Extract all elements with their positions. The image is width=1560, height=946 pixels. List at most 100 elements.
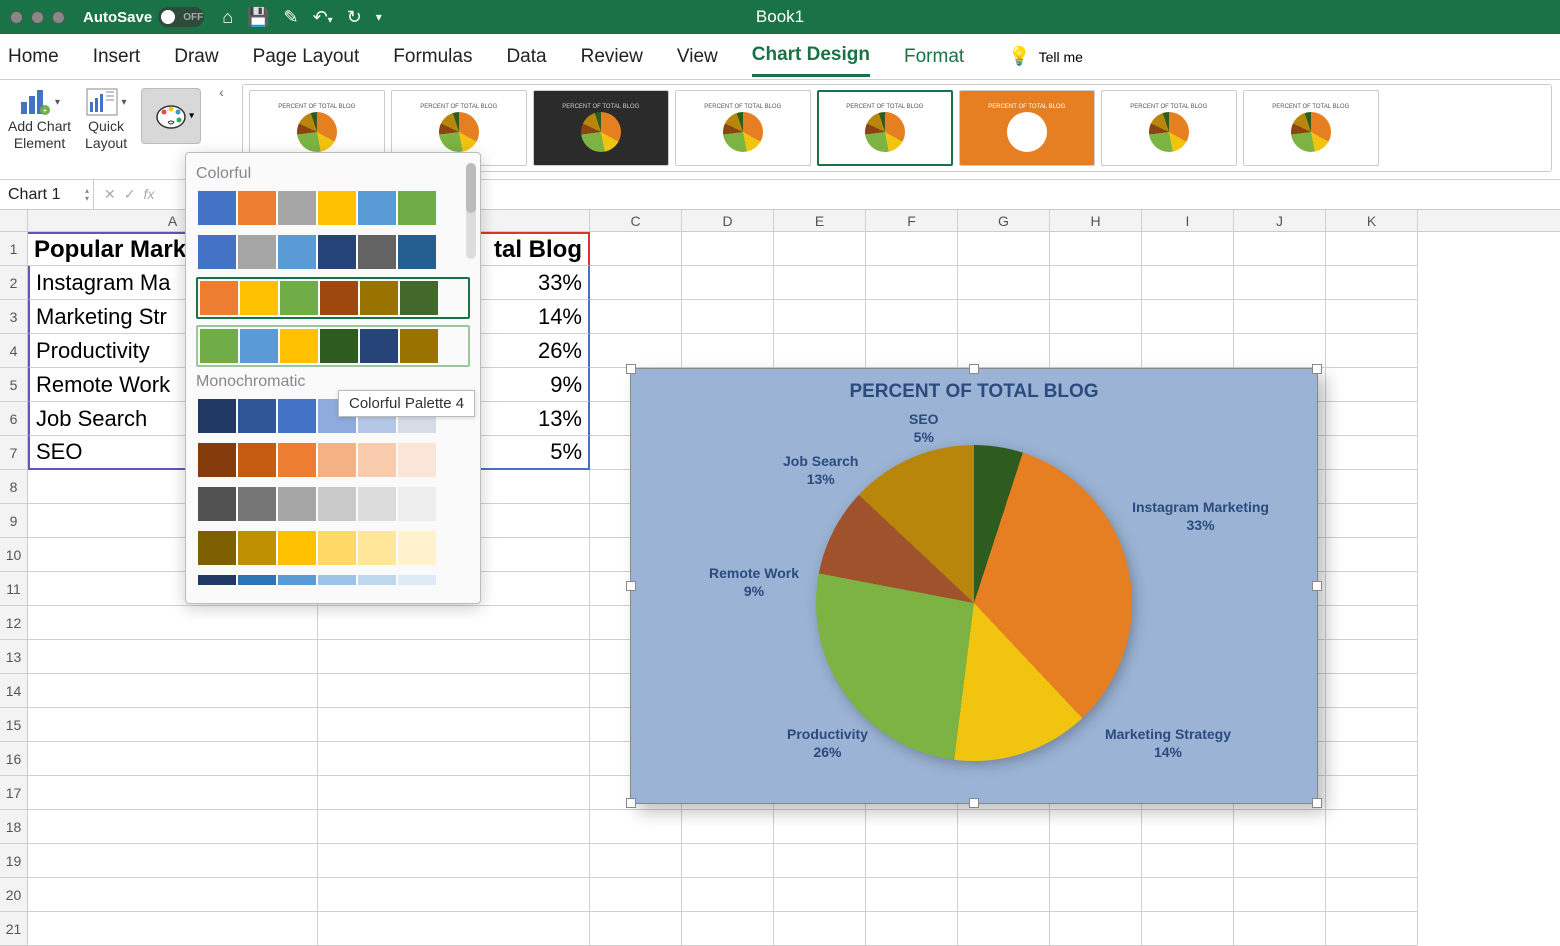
cell-D2[interactable]: [682, 266, 774, 300]
resize-handle-ne[interactable]: [1312, 364, 1322, 374]
cell-E1[interactable]: [774, 232, 866, 266]
cell-D20[interactable]: [682, 878, 774, 912]
cell-J18[interactable]: [1234, 810, 1326, 844]
cell-E2[interactable]: [774, 266, 866, 300]
tab-home[interactable]: Home: [8, 38, 59, 76]
chart-style-3[interactable]: PERCENT OF TOTAL BLOG: [533, 90, 669, 166]
cell-E19[interactable]: [774, 844, 866, 878]
cell-E3[interactable]: [774, 300, 866, 334]
cell-A13[interactable]: [28, 640, 318, 674]
row-header-17[interactable]: 17: [0, 776, 28, 810]
cell-J2[interactable]: [1234, 266, 1326, 300]
cell-J3[interactable]: [1234, 300, 1326, 334]
row-header-21[interactable]: 21: [0, 912, 28, 946]
cell-I18[interactable]: [1142, 810, 1234, 844]
colorful-rows-option-1[interactable]: [196, 189, 470, 227]
tab-page-layout[interactable]: Page Layout: [253, 38, 360, 76]
cell-F3[interactable]: [866, 300, 958, 334]
embedded-chart[interactable]: PERCENT OF TOTAL BLOG SEO5% Job Search13…: [630, 368, 1318, 804]
cell-I1[interactable]: [1142, 232, 1234, 266]
qat-customize-icon[interactable]: ▾: [376, 10, 382, 24]
cell-K8[interactable]: [1326, 470, 1418, 504]
colorful-rows-option-3[interactable]: [196, 277, 470, 319]
cell-B15[interactable]: [318, 708, 590, 742]
cell-B12[interactable]: [318, 606, 590, 640]
resize-handle-sw[interactable]: [626, 798, 636, 808]
resize-handle-nw[interactable]: [626, 364, 636, 374]
cell-F19[interactable]: [866, 844, 958, 878]
cell-E18[interactable]: [774, 810, 866, 844]
cell-A15[interactable]: [28, 708, 318, 742]
home-icon[interactable]: ⌂: [222, 7, 233, 28]
resize-handle-n[interactable]: [969, 364, 979, 374]
cell-G19[interactable]: [958, 844, 1050, 878]
cell-K5[interactable]: [1326, 368, 1418, 402]
resize-handle-se[interactable]: [1312, 798, 1322, 808]
cell-I4[interactable]: [1142, 334, 1234, 368]
cell-G1[interactable]: [958, 232, 1050, 266]
tab-formulas[interactable]: Formulas: [393, 38, 472, 76]
cell-K21[interactable]: [1326, 912, 1418, 946]
cell-A21[interactable]: [28, 912, 318, 946]
cell-K16[interactable]: [1326, 742, 1418, 776]
cell-G20[interactable]: [958, 878, 1050, 912]
colorful-rows-option-2[interactable]: [196, 233, 470, 271]
row-header-15[interactable]: 15: [0, 708, 28, 742]
row-header-10[interactable]: 10: [0, 538, 28, 572]
cell-K7[interactable]: [1326, 436, 1418, 470]
row-header-18[interactable]: 18: [0, 810, 28, 844]
row-header-14[interactable]: 14: [0, 674, 28, 708]
cell-K3[interactable]: [1326, 300, 1418, 334]
row-header-11[interactable]: 11: [0, 572, 28, 606]
cell-H18[interactable]: [1050, 810, 1142, 844]
col-header-I[interactable]: I: [1142, 210, 1234, 231]
cell-K10[interactable]: [1326, 538, 1418, 572]
fx-icon[interactable]: fx: [143, 186, 154, 203]
autosave-control[interactable]: AutoSave OFF: [83, 7, 204, 27]
cell-A19[interactable]: [28, 844, 318, 878]
resize-handle-s[interactable]: [969, 798, 979, 808]
cell-J4[interactable]: [1234, 334, 1326, 368]
col-header-K[interactable]: K: [1326, 210, 1418, 231]
select-all-corner[interactable]: [0, 210, 28, 231]
cell-A20[interactable]: [28, 878, 318, 912]
cell-K14[interactable]: [1326, 674, 1418, 708]
cell-D3[interactable]: [682, 300, 774, 334]
cell-D18[interactable]: [682, 810, 774, 844]
cell-C2[interactable]: [590, 266, 682, 300]
cell-J20[interactable]: [1234, 878, 1326, 912]
col-header-F[interactable]: F: [866, 210, 958, 231]
col-header-H[interactable]: H: [1050, 210, 1142, 231]
cell-B21[interactable]: [318, 912, 590, 946]
colorful-rows-option-4[interactable]: [196, 325, 470, 367]
cell-K11[interactable]: [1326, 572, 1418, 606]
cell-I2[interactable]: [1142, 266, 1234, 300]
cell-K15[interactable]: [1326, 708, 1418, 742]
change-colors-button[interactable]: ▾: [141, 88, 201, 144]
col-header-E[interactable]: E: [774, 210, 866, 231]
cell-I20[interactable]: [1142, 878, 1234, 912]
save-icon[interactable]: 💾: [247, 7, 269, 28]
cell-H21[interactable]: [1050, 912, 1142, 946]
cell-C4[interactable]: [590, 334, 682, 368]
cell-E20[interactable]: [774, 878, 866, 912]
cell-A14[interactable]: [28, 674, 318, 708]
tab-insert[interactable]: Insert: [93, 38, 141, 76]
chart-style-8[interactable]: PERCENT OF TOTAL BLOG: [1243, 90, 1379, 166]
cell-B19[interactable]: [318, 844, 590, 878]
cell-A16[interactable]: [28, 742, 318, 776]
cancel-icon[interactable]: ✕: [104, 186, 116, 203]
cell-K4[interactable]: [1326, 334, 1418, 368]
cell-H2[interactable]: [1050, 266, 1142, 300]
cell-A12[interactable]: [28, 606, 318, 640]
pie-slices[interactable]: [816, 445, 1132, 761]
redo-icon[interactable]: ↻: [347, 7, 362, 28]
cell-B14[interactable]: [318, 674, 590, 708]
row-header-3[interactable]: 3: [0, 300, 28, 334]
cell-G3[interactable]: [958, 300, 1050, 334]
cell-A18[interactable]: [28, 810, 318, 844]
cell-G2[interactable]: [958, 266, 1050, 300]
cell-J19[interactable]: [1234, 844, 1326, 878]
cell-H3[interactable]: [1050, 300, 1142, 334]
palette-scrollbar[interactable]: [466, 163, 476, 259]
